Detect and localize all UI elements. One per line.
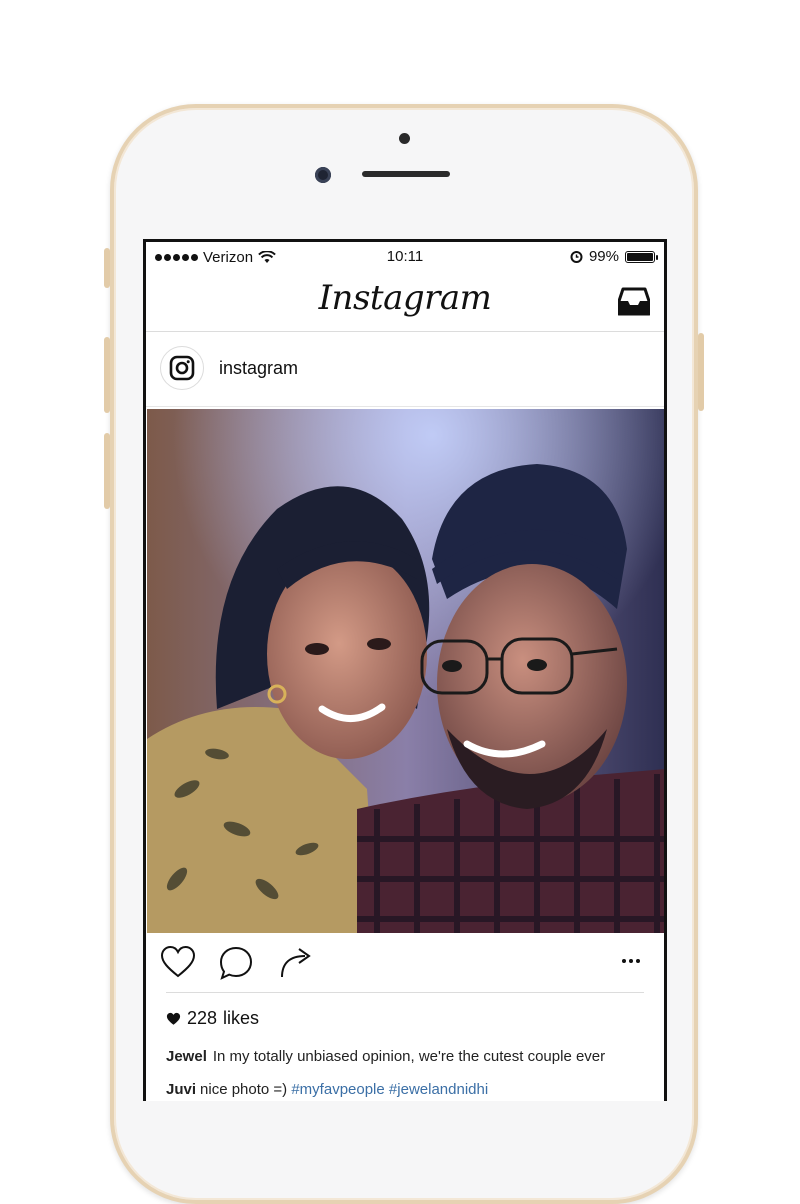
likes-label: likes: [223, 1008, 260, 1028]
alarm-icon: [570, 251, 583, 263]
screen: Verizon 10:11 99% Instagram instagram 22…: [143, 239, 667, 1101]
post-caption: Jewel In my totally unbiased opinion, we'…: [166, 1048, 605, 1065]
power-button: [698, 333, 704, 411]
comment-text: nice photo =): [200, 1081, 288, 1098]
battery-percent: 99%: [588, 248, 619, 265]
top-navigation-bar: Instagram: [146, 274, 664, 332]
post-header: instagram: [146, 332, 664, 407]
instagram-logo-icon: [169, 355, 195, 381]
comment-author[interactable]: Juvi: [166, 1081, 196, 1098]
inbox-icon[interactable]: [617, 286, 651, 321]
comment: Juvi nice photo =) #myfavpeople #jeweland…: [166, 1081, 488, 1098]
caption-text: In my totally unbiased opinion, we're th…: [212, 1048, 606, 1065]
battery-fill: [627, 252, 653, 261]
volume-down-button: [104, 433, 110, 509]
earpiece-speaker: [362, 171, 450, 177]
comment-icon[interactable]: [218, 945, 254, 986]
status-bar: Verizon 10:11 99%: [146, 242, 664, 274]
battery-icon: [625, 250, 658, 263]
proximity-sensor: [399, 133, 410, 144]
post-photo[interactable]: [147, 409, 664, 933]
share-arrow-icon[interactable]: [278, 945, 316, 984]
divider: [166, 992, 644, 993]
likes-row[interactable]: 228 likes: [166, 1008, 259, 1029]
front-camera: [315, 167, 331, 183]
hashtag-link[interactable]: #myfavpeople: [291, 1081, 384, 1098]
post-username[interactable]: instagram: [219, 358, 298, 379]
avatar[interactable]: [160, 346, 204, 390]
heart-icon[interactable]: [160, 945, 196, 984]
hashtag-link[interactable]: #jewelandnidhi: [389, 1081, 488, 1098]
instagram-wordmark: Instagram: [318, 278, 492, 318]
heart-filled-icon: [166, 1012, 181, 1025]
caption-author[interactable]: Jewel: [166, 1048, 207, 1065]
volume-up-button: [104, 337, 110, 413]
likes-count: 228: [187, 1008, 218, 1028]
mute-switch: [104, 248, 110, 288]
more-options-icon[interactable]: [622, 959, 640, 963]
post-actions: [146, 935, 664, 991]
